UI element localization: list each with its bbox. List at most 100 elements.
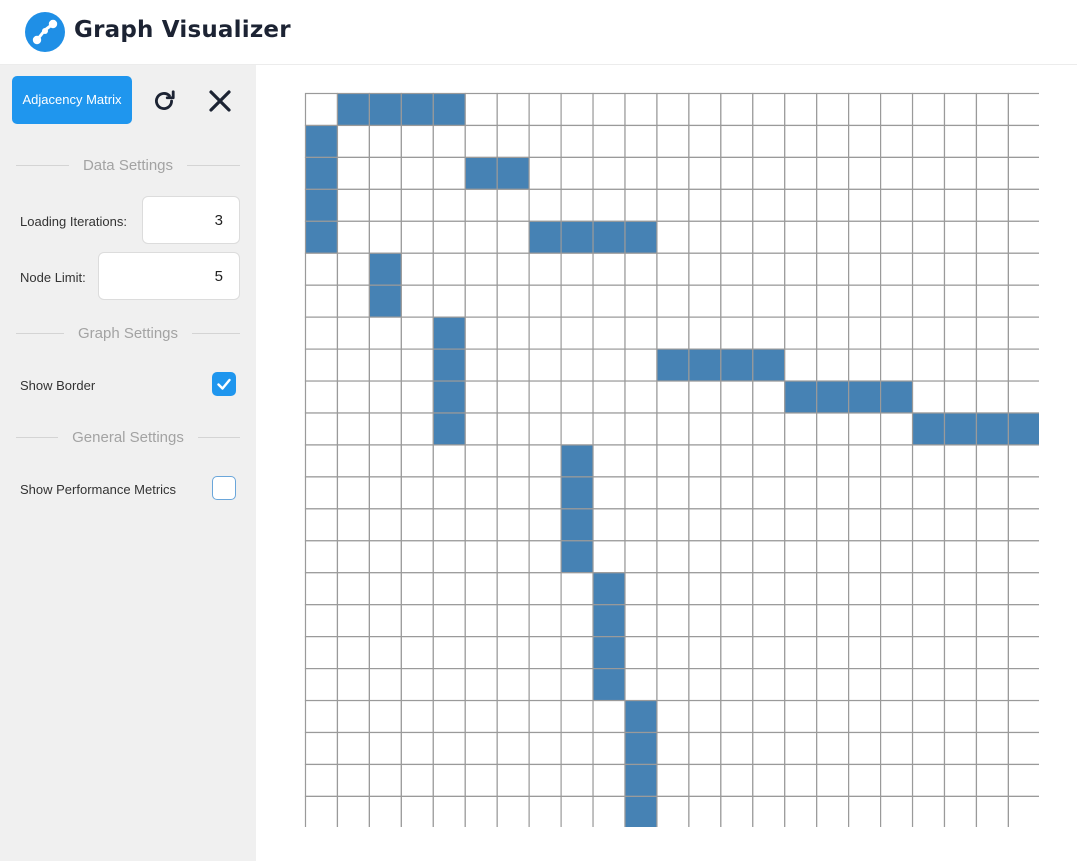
matrix-cell[interactable] bbox=[304, 636, 339, 670]
matrix-cell[interactable] bbox=[943, 731, 978, 766]
matrix-cell[interactable] bbox=[816, 763, 850, 798]
matrix-cell[interactable] bbox=[368, 412, 402, 446]
matrix-cell[interactable] bbox=[1007, 636, 1039, 670]
matrix-cell[interactable] bbox=[1007, 699, 1039, 734]
matrix-cell[interactable] bbox=[336, 795, 371, 827]
matrix-cell[interactable] bbox=[624, 252, 658, 286]
matrix-cell[interactable] bbox=[816, 92, 850, 127]
matrix-cell[interactable] bbox=[720, 380, 754, 414]
matrix-cell[interactable] bbox=[528, 731, 562, 766]
matrix-cell[interactable] bbox=[848, 412, 882, 446]
matrix-cell[interactable] bbox=[943, 763, 978, 798]
matrix-cell[interactable] bbox=[975, 763, 1010, 798]
loading-iterations-input[interactable] bbox=[142, 196, 240, 244]
matrix-cell[interactable] bbox=[879, 92, 914, 127]
matrix-cell[interactable] bbox=[560, 604, 594, 638]
matrix-cell-edge[interactable] bbox=[656, 348, 690, 382]
matrix-cell[interactable] bbox=[911, 667, 946, 702]
matrix-cell[interactable] bbox=[975, 572, 1010, 606]
matrix-cell[interactable] bbox=[432, 540, 466, 574]
matrix-cell[interactable] bbox=[720, 156, 754, 190]
matrix-cell[interactable] bbox=[368, 667, 402, 702]
matrix-cell[interactable] bbox=[656, 731, 690, 766]
matrix-cell[interactable] bbox=[432, 508, 466, 542]
matrix-cell[interactable] bbox=[752, 699, 786, 734]
matrix-cell-edge[interactable] bbox=[336, 92, 371, 127]
matrix-cell[interactable] bbox=[400, 124, 434, 159]
matrix-cell[interactable] bbox=[368, 124, 402, 159]
matrix-cell[interactable] bbox=[816, 699, 850, 734]
matrix-cell[interactable] bbox=[464, 188, 498, 222]
matrix-cell[interactable] bbox=[336, 220, 371, 254]
matrix-cell[interactable] bbox=[656, 252, 690, 286]
matrix-cell[interactable] bbox=[528, 380, 562, 414]
matrix-cell[interactable] bbox=[784, 316, 818, 350]
matrix-cell[interactable] bbox=[624, 540, 658, 574]
matrix-cell[interactable] bbox=[656, 476, 690, 510]
matrix-cell[interactable] bbox=[752, 220, 786, 254]
matrix-cell[interactable] bbox=[400, 348, 434, 382]
matrix-cell[interactable] bbox=[528, 699, 562, 734]
matrix-cell[interactable] bbox=[816, 731, 850, 766]
matrix-cell[interactable] bbox=[496, 380, 530, 414]
matrix-cell[interactable] bbox=[592, 731, 626, 766]
matrix-cell[interactable] bbox=[848, 348, 882, 382]
matrix-cell[interactable] bbox=[336, 636, 371, 670]
matrix-cell[interactable] bbox=[592, 444, 626, 478]
matrix-cell[interactable] bbox=[624, 316, 658, 350]
matrix-cell[interactable] bbox=[688, 763, 722, 798]
matrix-cell-edge[interactable] bbox=[368, 92, 402, 127]
matrix-cell[interactable] bbox=[400, 604, 434, 638]
matrix-cell[interactable] bbox=[560, 763, 594, 798]
matrix-cell[interactable] bbox=[336, 699, 371, 734]
matrix-cell[interactable] bbox=[528, 636, 562, 670]
matrix-cell[interactable] bbox=[911, 476, 946, 510]
matrix-cell[interactable] bbox=[879, 220, 914, 254]
matrix-cell[interactable] bbox=[943, 540, 978, 574]
matrix-cell[interactable] bbox=[784, 604, 818, 638]
matrix-cell[interactable] bbox=[848, 540, 882, 574]
matrix-cell[interactable] bbox=[496, 731, 530, 766]
matrix-cell[interactable] bbox=[528, 348, 562, 382]
matrix-cell[interactable] bbox=[848, 156, 882, 190]
matrix-cell[interactable] bbox=[656, 156, 690, 190]
matrix-cell[interactable] bbox=[336, 156, 371, 190]
matrix-cell[interactable] bbox=[816, 444, 850, 478]
matrix-cell[interactable] bbox=[624, 156, 658, 190]
matrix-cell[interactable] bbox=[656, 412, 690, 446]
matrix-cell[interactable] bbox=[592, 508, 626, 542]
matrix-cell[interactable] bbox=[304, 92, 339, 127]
matrix-cell[interactable] bbox=[1007, 444, 1039, 478]
matrix-cell[interactable] bbox=[879, 156, 914, 190]
matrix-cell[interactable] bbox=[464, 508, 498, 542]
matrix-cell[interactable] bbox=[592, 188, 626, 222]
matrix-cell[interactable] bbox=[848, 508, 882, 542]
matrix-cell[interactable] bbox=[304, 540, 339, 574]
matrix-cell[interactable] bbox=[432, 476, 466, 510]
matrix-cell[interactable] bbox=[432, 572, 466, 606]
matrix-cell[interactable] bbox=[879, 444, 914, 478]
matrix-cell[interactable] bbox=[432, 444, 466, 478]
reload-button[interactable] bbox=[146, 83, 182, 119]
matrix-cell[interactable] bbox=[464, 604, 498, 638]
matrix-cell[interactable] bbox=[911, 572, 946, 606]
matrix-cell[interactable] bbox=[656, 284, 690, 318]
matrix-cell[interactable] bbox=[688, 476, 722, 510]
matrix-cell[interactable] bbox=[560, 636, 594, 670]
matrix-cell-edge[interactable] bbox=[432, 412, 466, 446]
matrix-cell[interactable] bbox=[975, 220, 1010, 254]
matrix-cell[interactable] bbox=[752, 636, 786, 670]
matrix-cell[interactable] bbox=[304, 476, 339, 510]
matrix-cell[interactable] bbox=[720, 572, 754, 606]
matrix-cell[interactable] bbox=[336, 252, 371, 286]
matrix-cell[interactable] bbox=[336, 412, 371, 446]
matrix-cell[interactable] bbox=[784, 412, 818, 446]
matrix-cell-edge[interactable] bbox=[432, 380, 466, 414]
matrix-cell[interactable] bbox=[336, 188, 371, 222]
matrix-cell[interactable] bbox=[656, 795, 690, 827]
matrix-cell[interactable] bbox=[624, 284, 658, 318]
matrix-cell[interactable] bbox=[879, 636, 914, 670]
matrix-cell[interactable] bbox=[688, 92, 722, 127]
matrix-cell[interactable] bbox=[720, 731, 754, 766]
matrix-cell[interactable] bbox=[368, 444, 402, 478]
